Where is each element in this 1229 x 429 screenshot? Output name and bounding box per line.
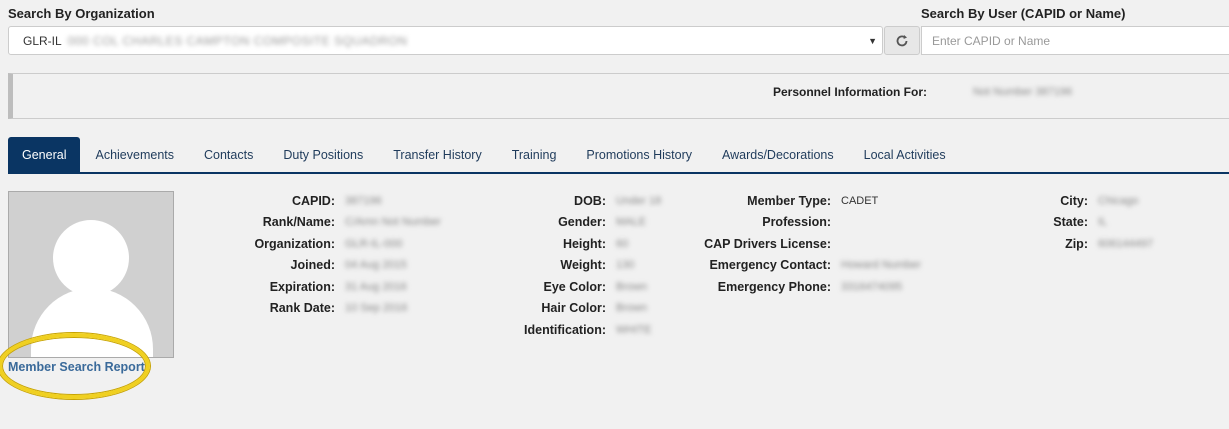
field-label: Rank/Name: <box>262 215 335 230</box>
field-row: DOB: Under 18 <box>470 190 661 212</box>
fields-column-3: Member Type: CADET Profession: CAP Driver… <box>680 190 921 298</box>
fields-column-4: City: Chicago State: IL Zip: 606144497 <box>1000 190 1153 255</box>
field-row: Profession: <box>680 212 921 234</box>
field-value: 387196 <box>345 194 382 207</box>
tab-general[interactable]: General <box>8 137 81 172</box>
field-value: 3316474095 <box>841 280 903 293</box>
field-row: Height: 60 <box>470 233 661 255</box>
field-row: Emergency Contact: Howard Number <box>680 255 921 277</box>
field-row: City: Chicago <box>1000 190 1153 212</box>
field-value: Brown <box>616 280 648 293</box>
capid-search-input[interactable] <box>921 26 1229 55</box>
field-value: Under 18 <box>616 194 662 207</box>
field-value: 60 <box>616 237 629 250</box>
tab-training[interactable]: Training <box>497 137 572 172</box>
field-value: MALE <box>616 216 646 229</box>
organization-select-value: 000 COL CHARLES CAMPTON COMPOSITE SQUADR… <box>67 33 408 48</box>
field-row: Organization: GLR-IL-000 <box>180 233 441 255</box>
field-value: Howard Number <box>841 259 922 272</box>
tab-duty-positions[interactable]: Duty Positions <box>268 137 378 172</box>
field-value: GLR-IL-000 <box>345 237 403 250</box>
member-search-report-link[interactable]: Member Search Report <box>8 360 145 374</box>
fields-column-1: CAPID: 387196 Rank/Name: C/Amn Not Number … <box>180 190 441 319</box>
refresh-icon <box>896 34 908 46</box>
caret-down-icon: ▼ <box>868 36 877 46</box>
field-row: Rank Date: 10 Sep 2016 <box>180 298 441 320</box>
field-row: CAP Drivers License: <box>680 233 921 255</box>
organization-select-prefix: GLR-IL <box>23 33 62 48</box>
field-row: Zip: 606144497 <box>1000 233 1153 255</box>
field-label: Weight: <box>560 258 606 273</box>
tab-awards-decorations[interactable]: Awards/Decorations <box>707 137 849 172</box>
personnel-info-label: Personnel Information For: <box>773 85 928 99</box>
tab-contacts[interactable]: Contacts <box>189 137 268 172</box>
organization-select[interactable]: GLR-IL 000 COL CHARLES CAMPTON COMPOSITE… <box>8 26 883 55</box>
tab-achievements[interactable]: Achievements <box>80 137 189 172</box>
field-value: Brown <box>616 302 648 315</box>
field-label: City: <box>1060 193 1088 208</box>
avatar-placeholder-body <box>31 288 153 357</box>
field-row: Expiration: 31 Aug 2016 <box>180 276 441 298</box>
member-type-value: CADET <box>841 194 879 207</box>
field-label: Zip: <box>1065 236 1088 251</box>
field-label: State: <box>1053 215 1088 230</box>
field-value: 10 Sep 2016 <box>345 302 408 315</box>
tab-promotions-history[interactable]: Promotions History <box>571 137 707 172</box>
field-row: Emergency Phone: 3316474095 <box>680 276 921 298</box>
field-label: Emergency Contact: <box>709 258 831 273</box>
personnel-info-value: Not Number 387196 <box>973 86 1073 98</box>
field-row: Eye Color: Brown <box>470 276 661 298</box>
field-label: Organization: <box>254 236 335 251</box>
field-row: State: IL <box>1000 212 1153 234</box>
field-label: Hair Color: <box>541 301 606 316</box>
field-value: C/Amn Not Number <box>345 216 441 229</box>
field-label: Identification: <box>524 322 606 337</box>
field-label: Profession: <box>762 215 831 230</box>
field-row: Hair Color: Brown <box>470 298 661 320</box>
field-label: CAPID: <box>291 193 335 208</box>
field-label: Expiration: <box>269 279 335 294</box>
field-label: Gender: <box>558 215 606 230</box>
field-row: Weight: 130 <box>470 255 661 277</box>
field-label: Member Type: <box>747 193 831 208</box>
field-label: DOB: <box>574 193 606 208</box>
tab-local-activities[interactable]: Local Activities <box>849 137 961 172</box>
avatar <box>8 191 174 358</box>
field-row: CAPID: 387196 <box>180 190 441 212</box>
field-value: IL <box>1098 216 1108 229</box>
field-row: Rank/Name: C/Amn Not Number <box>180 212 441 234</box>
avatar-placeholder-head <box>53 220 129 296</box>
field-value: Chicago <box>1098 194 1139 207</box>
field-label: Rank Date: <box>269 301 335 316</box>
field-label: Joined: <box>290 258 335 273</box>
tab-transfer-history[interactable]: Transfer History <box>378 137 496 172</box>
field-label: Eye Color: <box>543 279 606 294</box>
fields-column-2: DOB: Under 18 Gender: MALE Height: 60 Weigh… <box>470 190 661 341</box>
field-label: Height: <box>562 236 606 251</box>
field-row: Member Type: CADET <box>680 190 921 212</box>
personnel-info-bar: Personnel Information For: Not Number 38… <box>8 73 1229 119</box>
refresh-button[interactable] <box>884 26 920 55</box>
field-value: 606144497 <box>1098 237 1154 250</box>
field-label: CAP Drivers License: <box>704 236 831 251</box>
user-search-label: Search By User (CAPID or Name) <box>921 6 1126 21</box>
field-value: WHITE <box>616 323 652 336</box>
field-value: 130 <box>616 259 635 272</box>
field-value: 31 Aug 2016 <box>345 280 407 293</box>
field-row: Identification: WHITE <box>470 319 661 341</box>
field-label: Emergency Phone: <box>717 279 831 294</box>
profile-tabs: General Achievements Contacts Duty Posit… <box>8 137 1229 174</box>
field-value: 04 Aug 2015 <box>345 259 407 272</box>
field-row: Joined: 04 Aug 2015 <box>180 255 441 277</box>
field-row: Gender: MALE <box>470 212 661 234</box>
org-search-label: Search By Organization <box>8 6 155 21</box>
